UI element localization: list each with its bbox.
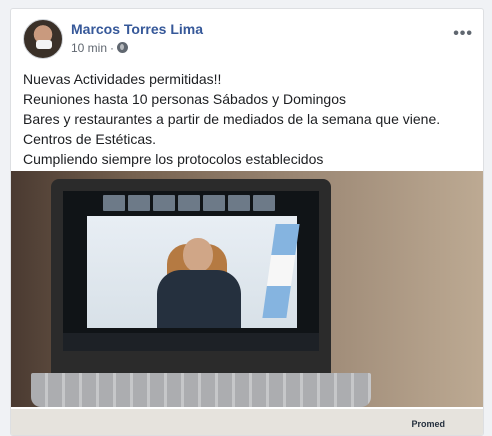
- globe-icon[interactable]: [117, 42, 129, 53]
- speaker-head-image: [183, 238, 213, 272]
- laptop-image: [51, 179, 331, 375]
- keyboard-image: [31, 373, 371, 407]
- post-meta: 10 min ·: [71, 41, 129, 55]
- post-line: Reuniones hasta 10 personas Sábados y Do…: [23, 91, 346, 107]
- meta-separator: ·: [110, 41, 115, 55]
- participant-thumbnail: [253, 195, 275, 211]
- video-call-screen: [63, 191, 319, 351]
- participant-thumbnail: [128, 195, 150, 211]
- post-line: Bares y restaurantes a partir de mediado…: [23, 111, 441, 127]
- participant-thumbnail: [228, 195, 250, 211]
- speaker-body-image: [157, 270, 241, 328]
- post-line: Centros de Estéticas.: [23, 131, 157, 147]
- post-photo[interactable]: [11, 171, 483, 407]
- more-options-icon[interactable]: •••: [453, 25, 473, 43]
- post-card: Marcos Torres Lima 10 min · ••• Nuevas Ac…: [10, 8, 484, 436]
- main-speaker-video: [87, 216, 300, 328]
- second-photo-text: Promed: [411, 419, 445, 429]
- post-text: Nuevas Actividades permitidas!! Reunione…: [23, 69, 473, 169]
- participant-thumbnail: [153, 195, 175, 211]
- participant-thumbnail: [178, 195, 200, 211]
- participant-thumbnail: [203, 195, 225, 211]
- post-line: Nuevas Actividades permitidas!!: [23, 71, 222, 87]
- avatar[interactable]: [23, 19, 63, 59]
- post-line: Cumpliendo siempre los protocolos establ…: [23, 151, 324, 167]
- post-header: Marcos Torres Lima 10 min · •••: [23, 19, 473, 61]
- mask-icon: [36, 40, 52, 49]
- participant-thumbnail: [103, 195, 125, 211]
- post-time[interactable]: 10 min: [71, 41, 107, 55]
- flag-image: [262, 224, 300, 318]
- participant-thumbnails: [103, 195, 275, 211]
- second-photo[interactable]: Promed: [11, 409, 483, 435]
- call-toolbar: [63, 333, 319, 351]
- author-name[interactable]: Marcos Torres Lima: [71, 21, 203, 37]
